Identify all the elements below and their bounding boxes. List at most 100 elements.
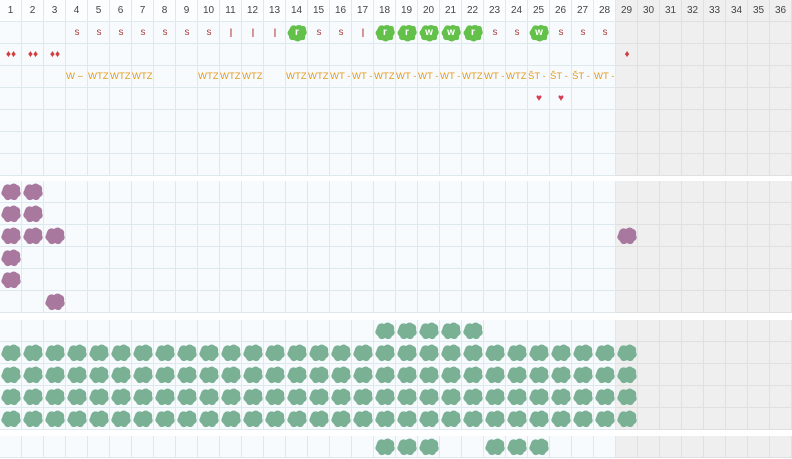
grid-cell[interactable] [198,110,220,132]
event-block[interactable] [199,388,219,406]
grid-cell[interactable] [638,225,660,247]
event-block[interactable] [617,388,637,406]
grid-cell[interactable] [462,269,484,291]
shift-label[interactable]: WTZ [462,66,484,88]
grid-cell[interactable] [286,225,308,247]
grid-cell[interactable] [44,66,66,88]
heart-icon[interactable]: ♥ [550,88,572,110]
day-header[interactable]: 15 [308,0,330,22]
day-mark[interactable]: l [264,22,286,44]
day-mark[interactable]: s [308,22,330,44]
grid-cell[interactable] [264,44,286,66]
grid-cell[interactable] [440,291,462,313]
grid-cell[interactable] [770,88,792,110]
grid-cell[interactable] [704,154,726,176]
grid-cell[interactable] [154,110,176,132]
grid-cell[interactable] [286,436,308,458]
grid-cell[interactable] [374,203,396,225]
grid-cell[interactable] [308,225,330,247]
event-block[interactable] [45,227,65,245]
grid-cell[interactable] [374,44,396,66]
grid-cell[interactable] [704,269,726,291]
grid-cell[interactable] [418,154,440,176]
event-block[interactable] [485,366,505,384]
day-mark[interactable]: s [550,22,572,44]
event-block[interactable] [155,344,175,362]
event-block[interactable] [595,410,615,428]
grid-cell[interactable] [704,181,726,203]
event-block[interactable] [45,388,65,406]
grid-cell[interactable] [0,132,22,154]
event-block[interactable] [1,366,21,384]
grid-cell[interactable] [638,436,660,458]
day-mark[interactable]: s [154,22,176,44]
grid-cell[interactable] [682,291,704,313]
grid-cell[interactable] [330,203,352,225]
grid-cell[interactable] [506,291,528,313]
day-header[interactable]: 33 [704,0,726,22]
grid-cell[interactable] [176,436,198,458]
grid-cell[interactable] [748,269,770,291]
grid-cell[interactable] [264,291,286,313]
grid-cell[interactable] [550,247,572,269]
event-block[interactable] [265,410,285,428]
grid-cell[interactable] [726,320,748,342]
shift-label[interactable]: WTZ [308,66,330,88]
grid-cell[interactable] [616,66,638,88]
grid-cell[interactable] [682,66,704,88]
grid-cell[interactable] [66,88,88,110]
grid-cell[interactable] [550,110,572,132]
grid-cell[interactable] [110,44,132,66]
event-block[interactable] [287,410,307,428]
event-block[interactable] [419,410,439,428]
event-block[interactable] [67,366,87,384]
grid-cell[interactable] [572,247,594,269]
event-block[interactable] [529,344,549,362]
grid-cell[interactable] [594,291,616,313]
day-mark[interactable]: l [220,22,242,44]
grid-cell[interactable] [638,181,660,203]
day-mark[interactable]: l [242,22,264,44]
day-mark[interactable]: s [110,22,132,44]
grid-cell[interactable] [572,181,594,203]
grid-cell[interactable] [682,386,704,408]
grid-cell[interactable] [176,66,198,88]
event-block[interactable] [67,410,87,428]
grid-cell[interactable] [616,22,638,44]
grid-cell[interactable] [726,110,748,132]
grid-cell[interactable] [660,247,682,269]
event-block[interactable] [617,344,637,362]
grid-cell[interactable] [726,181,748,203]
grid-cell[interactable] [550,320,572,342]
shift-label[interactable]: WTZ [506,66,528,88]
status-badge[interactable]: w [529,24,549,42]
event-block[interactable] [551,388,571,406]
shift-label[interactable]: WTZ [88,66,110,88]
event-block[interactable] [485,438,505,456]
event-block[interactable] [573,344,593,362]
grid-cell[interactable] [110,247,132,269]
grid-cell[interactable] [660,269,682,291]
grid-cell[interactable] [484,320,506,342]
event-block[interactable] [155,410,175,428]
shift-label[interactable]: WT - [352,66,374,88]
grid-cell[interactable] [352,269,374,291]
event-block[interactable] [177,344,197,362]
grid-cell[interactable] [704,364,726,386]
grid-cell[interactable] [198,269,220,291]
grid-cell[interactable] [682,154,704,176]
grid-cell[interactable] [770,132,792,154]
grid-cell[interactable] [396,225,418,247]
grid-cell[interactable] [132,203,154,225]
grid-cell[interactable] [374,291,396,313]
day-header[interactable]: 31 [660,0,682,22]
grid-cell[interactable] [462,203,484,225]
event-block[interactable] [331,388,351,406]
grid-cell[interactable] [286,203,308,225]
grid-cell[interactable] [374,154,396,176]
event-block[interactable] [529,438,549,456]
grid-cell[interactable] [110,203,132,225]
day-header[interactable]: 3 [44,0,66,22]
grid-cell[interactable] [264,181,286,203]
grid-cell[interactable] [770,291,792,313]
